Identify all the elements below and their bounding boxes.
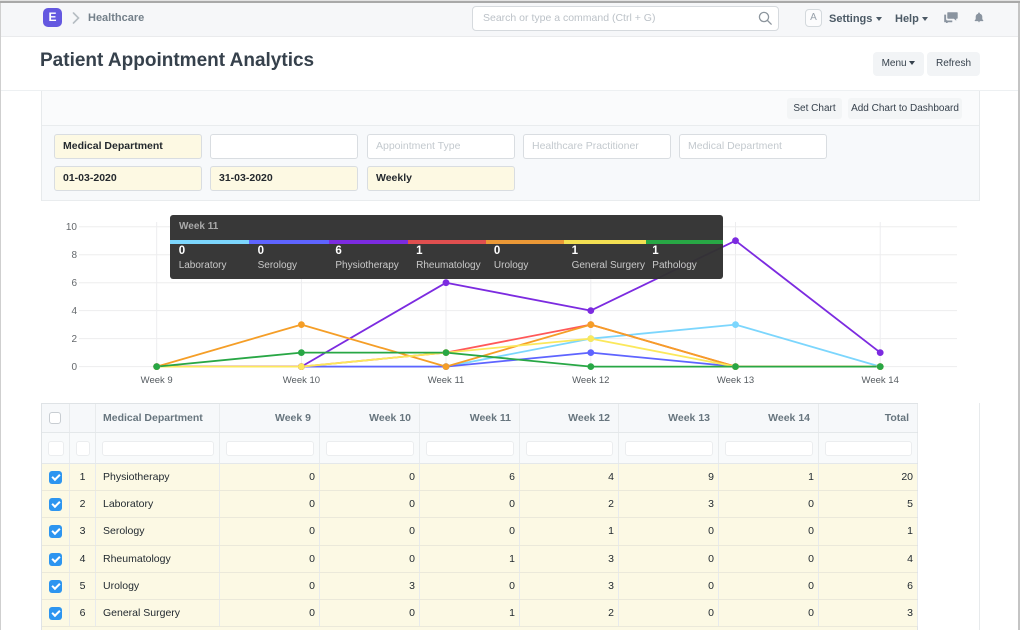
svg-text:Week 10: Week 10	[283, 375, 320, 386]
svg-text:Week 13: Week 13	[717, 375, 754, 386]
svg-text:Week 12: Week 12	[572, 375, 609, 386]
svg-text:Week 11: Week 11	[428, 375, 465, 386]
svg-text:Week 14: Week 14	[862, 375, 899, 386]
svg-text:Week 9: Week 9	[141, 375, 173, 386]
svg-text:8: 8	[71, 250, 77, 261]
svg-text:4: 4	[71, 306, 77, 317]
svg-text:10: 10	[66, 222, 78, 233]
svg-text:6: 6	[71, 278, 77, 289]
svg-text:0: 0	[71, 362, 77, 373]
svg-text:2: 2	[71, 334, 77, 345]
